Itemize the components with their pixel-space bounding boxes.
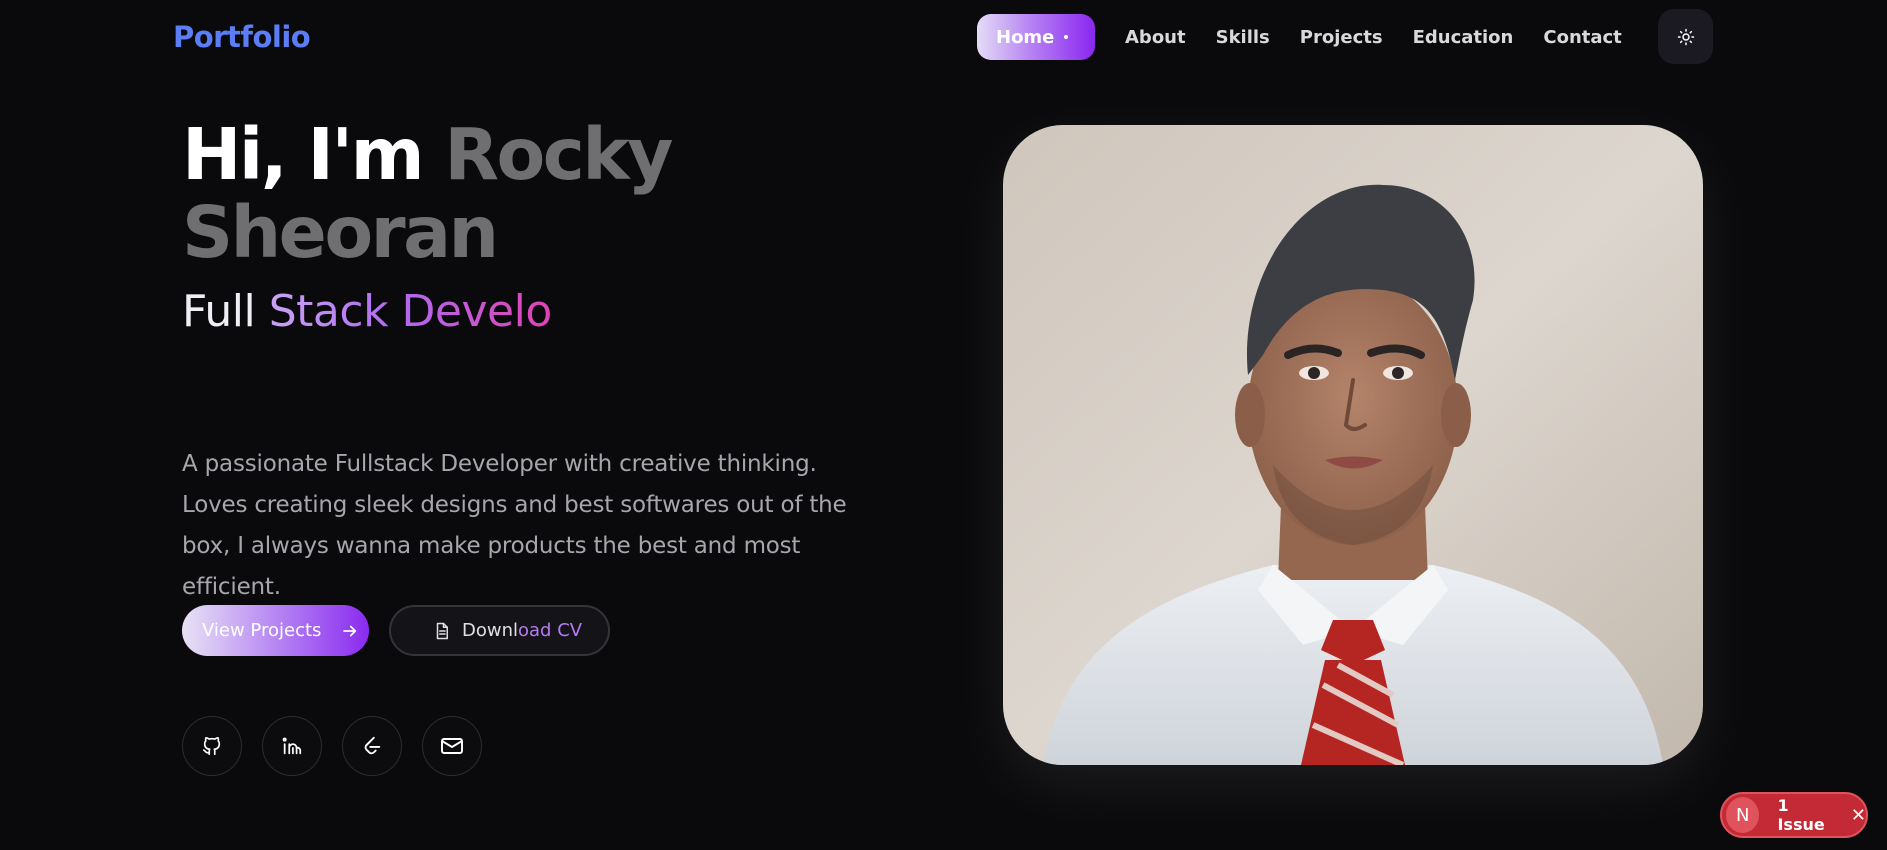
mail-icon bbox=[441, 738, 463, 754]
view-projects-button[interactable]: View Projects bbox=[182, 605, 369, 656]
nav-item-home[interactable]: Home bbox=[977, 14, 1095, 60]
hero-title: Hi, I'm Rocky Sheoran bbox=[182, 116, 822, 272]
nav-item-label: Home bbox=[996, 26, 1055, 48]
hero-greeting: Hi, I'm bbox=[182, 113, 445, 196]
github-icon bbox=[202, 736, 221, 756]
close-icon[interactable]: ✕ bbox=[1851, 805, 1866, 826]
leetcode-link[interactable] bbox=[342, 716, 402, 776]
role-prefix: Full bbox=[182, 286, 269, 337]
document-icon bbox=[433, 621, 451, 646]
github-link[interactable] bbox=[182, 716, 242, 776]
nav-item-contact[interactable]: Contact bbox=[1543, 27, 1621, 48]
download-cv-button[interactable]: Download CV bbox=[389, 605, 610, 656]
email-link[interactable] bbox=[422, 716, 482, 776]
main-nav: Home About Skills Projects Education Con… bbox=[977, 14, 1622, 60]
social-links bbox=[182, 716, 502, 776]
portfolio-page: Portfolio Home About Skills Projects Edu… bbox=[0, 0, 1887, 850]
role-typed: Stack Develo bbox=[268, 286, 553, 337]
nextjs-logo-icon: N bbox=[1726, 797, 1760, 833]
issue-badge[interactable]: N 1 Issue ✕ bbox=[1720, 792, 1868, 838]
issue-count-label: 1 Issue bbox=[1777, 796, 1825, 834]
linkedin-link[interactable] bbox=[262, 716, 322, 776]
brand-logo[interactable]: Portfolio bbox=[173, 20, 311, 54]
hero-description: A passionate Fullstack Developer with cr… bbox=[182, 451, 847, 600]
linkedin-icon bbox=[282, 737, 302, 755]
hero-role: Full Stack Develo bbox=[182, 284, 552, 340]
nav-item-projects[interactable]: Projects bbox=[1300, 27, 1383, 48]
download-cv-label: Download CV bbox=[462, 620, 583, 641]
theme-toggle-button[interactable] bbox=[1658, 9, 1713, 64]
active-dot-icon bbox=[1064, 35, 1068, 39]
profile-photo bbox=[1003, 125, 1703, 765]
nav-item-about[interactable]: About bbox=[1125, 27, 1186, 48]
nav-item-skills[interactable]: Skills bbox=[1216, 27, 1270, 48]
nav-item-education[interactable]: Education bbox=[1413, 27, 1514, 48]
view-projects-label: View Projects bbox=[202, 620, 322, 641]
sun-icon bbox=[1677, 28, 1694, 45]
leetcode-icon bbox=[364, 736, 381, 755]
arrow-right-icon bbox=[341, 622, 359, 640]
